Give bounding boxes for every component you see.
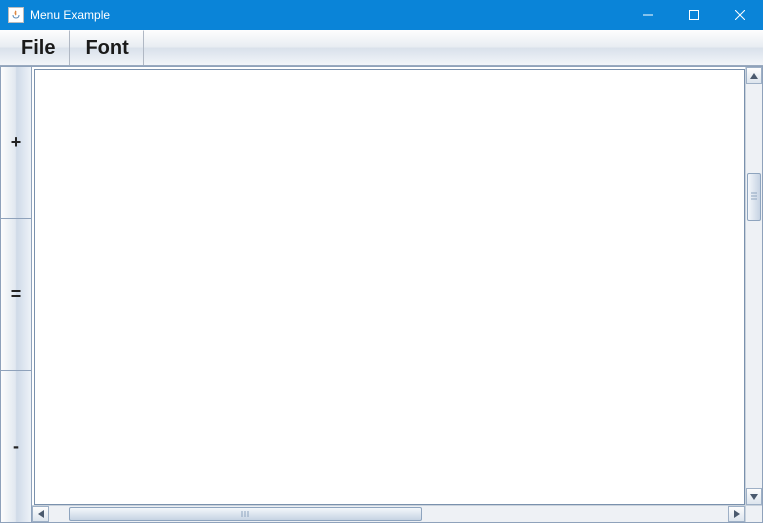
menubar: File Font — [0, 30, 763, 66]
side-toolbar: + = - — [0, 66, 32, 523]
scroll-down-button[interactable] — [746, 488, 762, 505]
main-panel — [32, 66, 763, 523]
decrease-button[interactable]: - — [0, 371, 32, 523]
arrow-up-icon — [750, 73, 758, 79]
close-button[interactable] — [717, 0, 763, 30]
grip-icon — [241, 511, 250, 517]
vertical-scroll-thumb[interactable] — [747, 173, 761, 221]
vertical-scrollbar[interactable] — [745, 67, 762, 505]
maximize-button[interactable] — [671, 0, 717, 30]
window-controls — [625, 0, 763, 30]
arrow-left-icon — [38, 510, 44, 518]
scrollbar-corner — [745, 505, 762, 522]
scroll-right-button[interactable] — [728, 506, 745, 522]
window-title: Menu Example — [30, 8, 625, 22]
horizontal-scroll-thumb[interactable] — [69, 507, 422, 521]
java-cup-icon — [8, 7, 24, 23]
reset-button[interactable]: = — [0, 219, 32, 371]
scroll-up-button[interactable] — [746, 67, 762, 84]
menu-file[interactable]: File — [6, 30, 70, 65]
grip-icon — [751, 193, 757, 202]
menu-font[interactable]: Font — [70, 30, 143, 65]
text-area[interactable] — [34, 69, 745, 505]
window-titlebar: Menu Example — [0, 0, 763, 30]
horizontal-scrollbar[interactable] — [32, 505, 745, 522]
arrow-down-icon — [750, 494, 758, 500]
scroll-left-button[interactable] — [32, 506, 49, 522]
content-area: + = - — [0, 66, 763, 523]
arrow-right-icon — [734, 510, 740, 518]
horizontal-scroll-track[interactable] — [49, 506, 728, 522]
minimize-button[interactable] — [625, 0, 671, 30]
vertical-scroll-track[interactable] — [746, 84, 762, 488]
increase-button[interactable]: + — [0, 66, 32, 219]
